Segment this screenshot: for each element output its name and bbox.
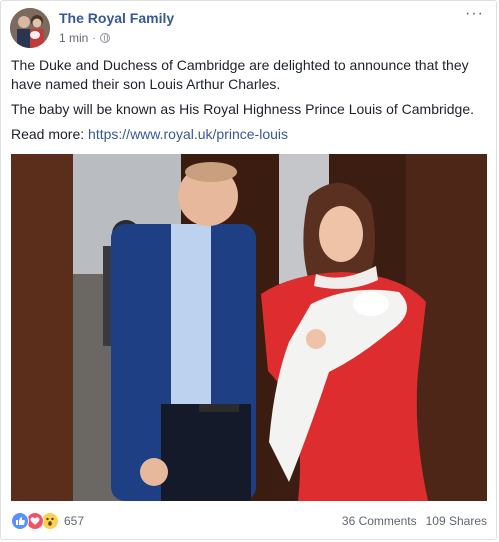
- read-more-link[interactable]: https://www.royal.uk/prince-louis: [88, 126, 288, 142]
- post-photo[interactable]: [11, 154, 487, 501]
- reaction-summary[interactable]: 657: [11, 512, 84, 530]
- page-avatar[interactable]: [10, 8, 50, 48]
- more-options-icon[interactable]: ···: [465, 5, 484, 23]
- meta-separator: ·: [92, 32, 96, 44]
- post-timestamp[interactable]: 1 min: [59, 31, 88, 45]
- post-text: The Duke and Duchess of Cambridge are de…: [11, 56, 489, 150]
- shares-count-link[interactable]: 109 Shares: [426, 514, 487, 528]
- comments-count-link[interactable]: 36 Comments: [342, 514, 417, 528]
- post-paragraph: The Duke and Duchess of Cambridge are de…: [11, 57, 469, 92]
- like-icon: [11, 512, 29, 530]
- post-meta: 1 min ·: [59, 31, 110, 45]
- post-footer: 657 36 Comments 109 Shares: [11, 510, 487, 532]
- read-more-label: Read more:: [11, 126, 89, 142]
- post-paragraph: The baby will be known as His Royal High…: [11, 101, 474, 117]
- page-name-link[interactable]: The Royal Family: [59, 10, 174, 26]
- engagement-stats: 36 Comments 109 Shares: [342, 514, 487, 528]
- read-more-line: Read more: https://www.royal.uk/prince-l…: [11, 125, 489, 144]
- globe-icon: [99, 33, 110, 43]
- reaction-count[interactable]: 657: [64, 514, 84, 528]
- post-card: The Royal Family 1 min · ··· The Duke an…: [0, 0, 497, 540]
